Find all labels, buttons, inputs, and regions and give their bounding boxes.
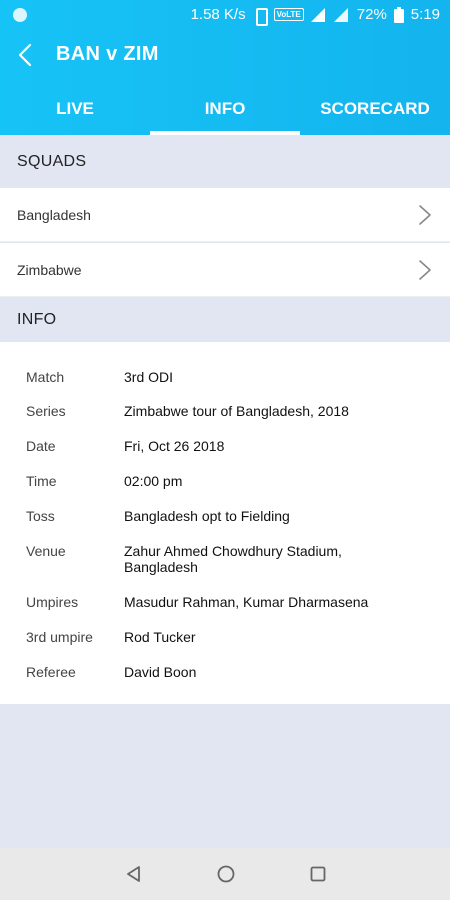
clock: 5:19 <box>410 6 440 23</box>
tab-scorecard[interactable]: SCORECARD <box>300 82 450 135</box>
info-label: Referee <box>26 664 76 680</box>
info-value: 02:00 pm <box>124 473 183 489</box>
toolbar: BAN v ZIM <box>0 30 450 82</box>
info-label: Date <box>26 438 56 454</box>
info-value: Masudur Rahman, Kumar Dharmasena <box>124 594 369 610</box>
home-circle-icon[interactable] <box>216 864 236 884</box>
chevron-right-icon <box>419 260 431 280</box>
network-speed: 1.58 K/s <box>190 6 246 23</box>
squads-section-header: SQUADS <box>0 135 450 188</box>
info-value: Rod Tucker <box>124 629 196 645</box>
match-info-panel: Match 3rd ODI Series Zimbabwe tour of Ba… <box>0 342 450 704</box>
vibrate-icon <box>253 7 268 26</box>
info-section-header: INFO <box>0 298 450 342</box>
app-bar: 1.58 K/s VoLTE 72% 5:19 BAN v ZIM LIVE I… <box>0 0 450 135</box>
squad-row-bangladesh[interactable]: Bangladesh <box>0 188 450 242</box>
volte-icon: VoLTE <box>273 8 304 21</box>
squad-team-name: Zimbabwe <box>17 261 82 278</box>
info-value: Zimbabwe tour of Bangladesh, 2018 <box>124 403 349 419</box>
squad-row-zimbabwe[interactable]: Zimbabwe <box>0 243 450 297</box>
back-arrow-icon[interactable] <box>10 40 40 70</box>
signal-icon <box>310 7 325 22</box>
info-label: Series <box>26 403 66 419</box>
status-right-group: 1.58 K/s VoLTE 72% 5:19 <box>190 6 440 26</box>
info-value: David Boon <box>124 664 197 680</box>
info-label: Time <box>26 473 57 489</box>
info-label: Toss <box>26 508 55 524</box>
info-value: 3rd ODI <box>124 369 174 385</box>
info-label: Venue <box>26 543 66 559</box>
notification-dot-icon <box>13 8 27 22</box>
info-label: 3rd umpire <box>26 629 93 645</box>
info-value: Zahur Ahmed Chowdhury Stadium, Banglades… <box>124 543 342 575</box>
tab-bar: LIVE INFO SCORECARD <box>0 82 450 135</box>
info-value: Bangladesh opt to Fielding <box>124 508 290 524</box>
tab-live[interactable]: LIVE <box>0 82 150 135</box>
signal-strength-icon <box>333 7 348 22</box>
battery-icon <box>393 6 404 23</box>
tab-info[interactable]: INFO <box>150 82 300 135</box>
back-triangle-icon[interactable] <box>124 864 144 884</box>
page-title: BAN v ZIM <box>56 43 159 65</box>
chevron-right-icon <box>419 205 431 225</box>
squad-team-name: Bangladesh <box>17 206 91 223</box>
info-value: Fri, Oct 26 2018 <box>124 438 225 454</box>
system-nav-bar <box>0 848 450 900</box>
recents-square-icon[interactable] <box>308 864 328 884</box>
battery-percent: 72% <box>356 6 387 23</box>
status-bar: 1.58 K/s VoLTE 72% 5:19 <box>0 0 450 30</box>
info-label: Umpires <box>26 594 79 610</box>
info-label: Match <box>26 369 65 385</box>
